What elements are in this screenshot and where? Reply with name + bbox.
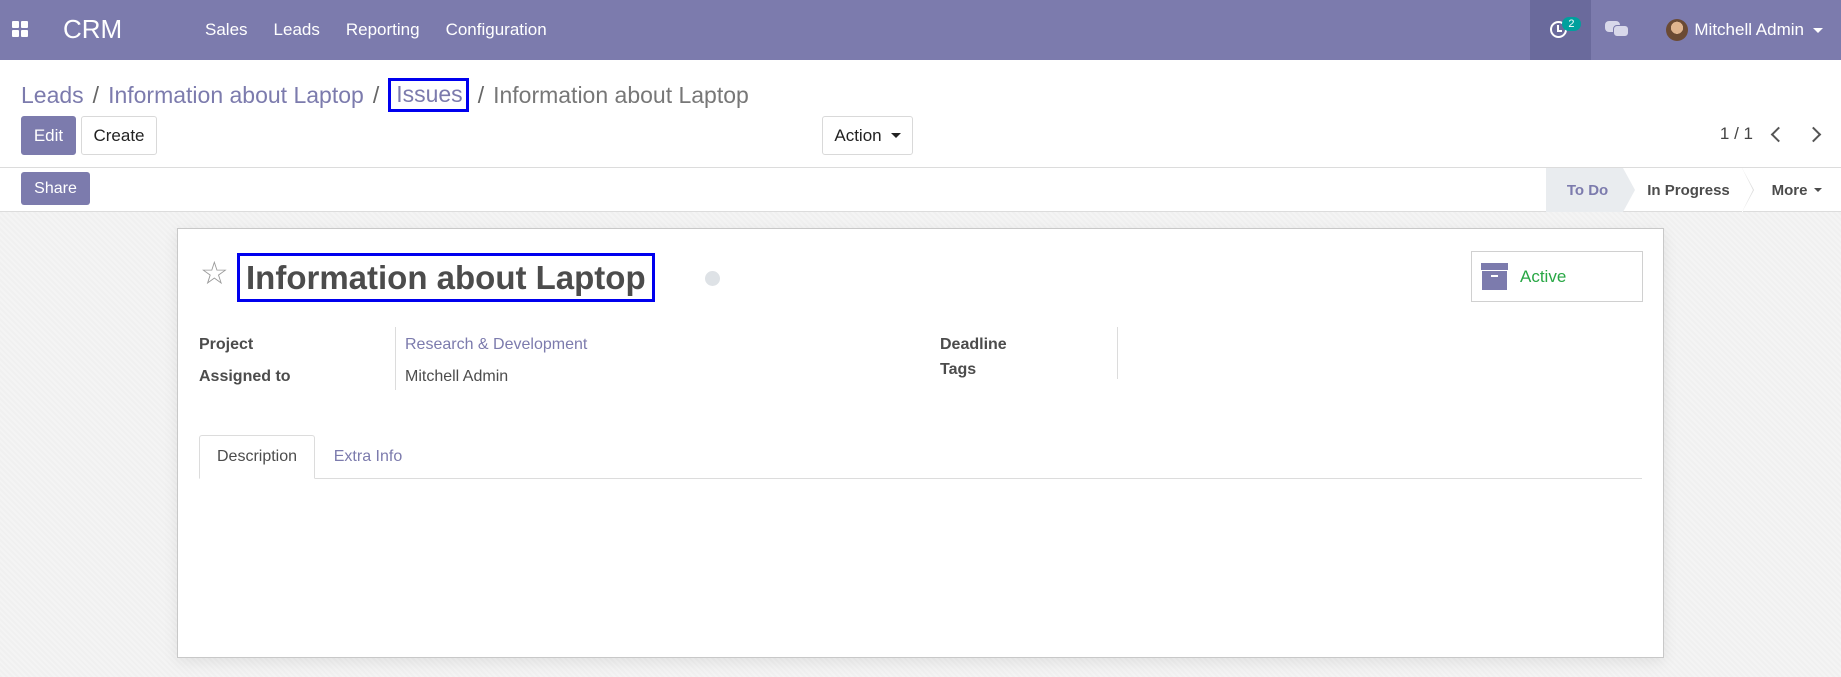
deadline-label: Deadline	[940, 336, 1007, 353]
breadcrumb-current: Information about Laptop	[493, 81, 749, 108]
assigned-to-value[interactable]: Mitchell Admin	[405, 368, 508, 386]
create-button[interactable]: Create	[81, 116, 157, 155]
menu-item-configuration[interactable]: Configuration	[433, 20, 560, 40]
project-value[interactable]: Research & Development	[405, 336, 587, 354]
star-icon[interactable]: ☆	[200, 257, 229, 289]
form-statusbar: Share To Do In Progress More	[0, 168, 1841, 212]
action-dropdown-button[interactable]: Action	[822, 116, 913, 155]
control-panel: Leads / Information about Laptop / Issue…	[0, 60, 1841, 168]
breadcrumb-separator: /	[477, 81, 485, 108]
breadcrumb-leads[interactable]: Leads	[21, 82, 84, 109]
stage-in-progress[interactable]: In Progress	[1623, 168, 1754, 212]
edit-button[interactable]: Edit	[21, 116, 76, 155]
menu-item-reporting[interactable]: Reporting	[333, 20, 433, 40]
avatar	[1666, 19, 1689, 41]
pager: 1 / 1	[1720, 124, 1822, 144]
record-title-box: Information about Laptop	[237, 253, 655, 302]
breadcrumb-lead-record[interactable]: Information about Laptop	[108, 82, 364, 109]
chevron-right-icon[interactable]	[1805, 126, 1822, 142]
breadcrumb-issues[interactable]: Issues	[388, 78, 469, 112]
user-name: Mitchell Admin	[1694, 20, 1804, 39]
action-label: Action	[834, 125, 882, 145]
field-divider	[395, 327, 396, 390]
breadcrumb-separator: /	[92, 81, 100, 108]
project-label: Project	[199, 336, 254, 353]
navbar-systray: 2 Mitchell Admin	[1530, 0, 1841, 60]
breadcrumb: Leads / Information about Laptop / Issue…	[21, 78, 749, 112]
chevron-left-icon[interactable]	[1770, 126, 1787, 142]
apps-menu-icon[interactable]	[12, 21, 28, 37]
kanban-state-icon[interactable]	[705, 271, 720, 286]
notebook-tabs: Description Extra Info	[199, 435, 1642, 479]
caret-down-icon	[890, 133, 901, 138]
caret-down-icon	[1814, 188, 1823, 192]
caret-down-icon	[1813, 27, 1823, 33]
stage-more-dropdown[interactable]: More	[1743, 168, 1841, 212]
stage-pipeline: To Do In Progress More	[1546, 168, 1841, 212]
tab-extra-info[interactable]: Extra Info	[315, 435, 421, 479]
activity-count-badge: 2	[1562, 17, 1581, 31]
activity-menu[interactable]: 2	[1530, 0, 1592, 60]
main-menu: Sales Leads Reporting Configuration	[192, 0, 560, 60]
form-sheet: ☆ Information about Laptop Active Projec…	[177, 228, 1664, 658]
user-menu[interactable]: Mitchell Admin	[1646, 0, 1841, 60]
field-divider	[1117, 327, 1118, 379]
assigned-to-label: Assigned to	[199, 368, 291, 385]
breadcrumb-separator: /	[372, 81, 380, 108]
active-label: Active	[1520, 266, 1567, 286]
app-title[interactable]: CRM	[63, 14, 122, 45]
menu-item-leads[interactable]: Leads	[261, 20, 333, 40]
top-navbar: CRM Sales Leads Reporting Configuration …	[0, 0, 1841, 60]
tab-description[interactable]: Description	[199, 435, 315, 479]
pager-value[interactable]: 1 / 1	[1720, 124, 1753, 144]
stage-todo[interactable]: To Do	[1546, 168, 1635, 212]
messaging-icon[interactable]	[1591, 0, 1646, 60]
tags-label: Tags	[940, 361, 977, 378]
record-title[interactable]: Information about Laptop	[246, 259, 646, 297]
share-button[interactable]: Share	[21, 172, 90, 205]
stage-more-label: More	[1771, 181, 1808, 199]
menu-item-sales[interactable]: Sales	[192, 20, 261, 40]
archive-icon	[1481, 263, 1508, 290]
active-toggle-button[interactable]: Active	[1471, 251, 1643, 302]
